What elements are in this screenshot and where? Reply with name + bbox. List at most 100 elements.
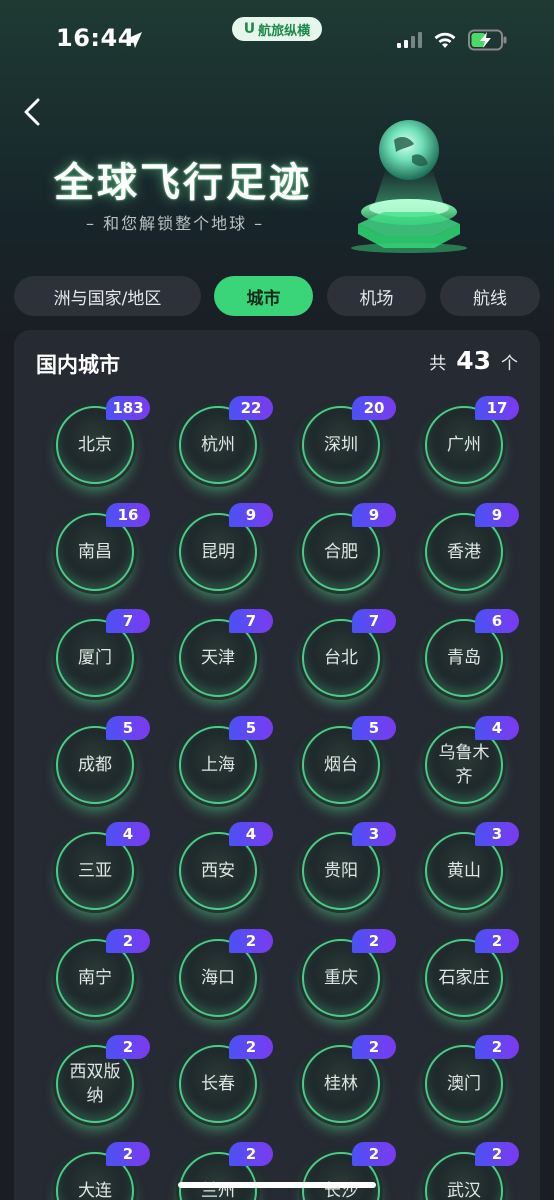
- city-name: 南宁: [78, 967, 112, 988]
- city-item[interactable]: 天津 7: [179, 609, 273, 697]
- city-item[interactable]: 成都 5: [56, 715, 150, 804]
- city-grid: 北京 183 杭州 22 深圳 20 广州 17 南昌 16 昆明 9 合肥 9 香港 9 厦门 7 天津 7 台北 7 青…: [14, 330, 540, 1200]
- city-name: 杭州: [201, 435, 235, 455]
- visit-count-badge: 4: [106, 822, 150, 846]
- city-item[interactable]: 大连 2: [56, 1141, 150, 1200]
- visit-count-badge: 7: [106, 609, 150, 633]
- city-name: 西双版纳: [69, 1062, 121, 1106]
- visit-count-badge: 2: [106, 1141, 150, 1166]
- visit-count-badge: 9: [352, 502, 396, 527]
- city-name: 成都: [78, 754, 112, 775]
- city-item[interactable]: 台北 7: [302, 609, 396, 697]
- city-item[interactable]: 海口 2: [179, 928, 273, 1017]
- visit-count-badge: 5: [106, 715, 150, 740]
- city-name: 海口: [201, 967, 235, 988]
- city-name: 广州: [447, 435, 481, 455]
- city-name: 桂林: [324, 1074, 358, 1094]
- city-name: 合肥: [324, 541, 358, 562]
- city-item[interactable]: 长春 2: [179, 1035, 273, 1123]
- visit-count-badge: 2: [229, 1141, 273, 1166]
- city-name: 厦门: [78, 648, 112, 668]
- tab-cities[interactable]: 城市: [214, 276, 313, 316]
- city-item[interactable]: 南宁 2: [56, 928, 150, 1017]
- city-name: 大连: [78, 1180, 112, 1200]
- city-name: 天津: [201, 648, 235, 668]
- city-name: 黄山: [447, 861, 481, 881]
- city-name: 石家庄: [438, 967, 490, 988]
- city-item[interactable]: 兰州 2: [179, 1141, 273, 1200]
- app-logo-icon: U: [243, 21, 256, 37]
- city-name: 贵阳: [324, 861, 358, 881]
- wifi-icon: [434, 32, 456, 48]
- city-item[interactable]: 青岛 6: [425, 609, 519, 697]
- home-indicator: [178, 1182, 376, 1188]
- visit-count-badge: 7: [229, 609, 273, 633]
- visit-count-badge: 3: [475, 822, 519, 846]
- city-name: 武汉: [447, 1180, 481, 1200]
- city-name: 乌鲁木齐: [438, 742, 490, 787]
- city-item[interactable]: 石家庄 2: [425, 928, 519, 1017]
- visit-count-badge: 22: [229, 396, 273, 420]
- visit-count-badge: 16: [106, 502, 150, 527]
- location-arrow-icon: [126, 32, 142, 48]
- city-item[interactable]: 澳门 2: [425, 1035, 519, 1123]
- city-item[interactable]: 香港 9: [425, 502, 519, 591]
- city-item[interactable]: 杭州 22: [179, 396, 273, 484]
- city-name: 西安: [201, 861, 235, 881]
- back-arrow-icon[interactable]: [18, 96, 48, 128]
- city-name: 南昌: [78, 541, 112, 562]
- city-name: 香港: [447, 541, 481, 562]
- city-item[interactable]: 西安 4: [179, 822, 273, 910]
- city-name: 长春: [201, 1074, 235, 1094]
- city-item[interactable]: 武汉 2: [425, 1141, 519, 1200]
- visit-count-badge: 3: [352, 822, 396, 846]
- tab-airports[interactable]: 机场: [327, 276, 426, 316]
- visit-count-badge: 7: [352, 609, 396, 633]
- visit-count-badge: 2: [229, 1035, 273, 1059]
- city-item[interactable]: 三亚 4: [56, 822, 150, 910]
- visit-count-badge: 17: [475, 396, 519, 420]
- city-item[interactable]: 烟台 5: [302, 715, 396, 804]
- city-item[interactable]: 广州 17: [425, 396, 519, 484]
- tab-routes[interactable]: 航线: [440, 276, 540, 316]
- globe-illustration-icon: [351, 120, 467, 253]
- city-name: 青岛: [447, 648, 481, 668]
- city-name: 重庆: [324, 967, 358, 988]
- domestic-cities-card: 国内城市 共 43 个 北京 183 杭州 22 深圳 20 广州 17 南昌 16 昆明 9 合肥 9 香…: [14, 330, 540, 1200]
- city-name: 上海: [201, 754, 235, 775]
- city-item[interactable]: 重庆 2: [302, 928, 396, 1017]
- city-name: 澳门: [447, 1074, 481, 1094]
- city-item[interactable]: 长沙 2: [302, 1141, 396, 1200]
- city-item[interactable]: 上海 5: [179, 715, 273, 804]
- city-item[interactable]: 桂林 2: [302, 1035, 396, 1123]
- city-item[interactable]: 黄山 3: [425, 822, 519, 910]
- visit-count-badge: 2: [106, 1035, 150, 1059]
- city-item[interactable]: 厦门 7: [56, 609, 150, 697]
- visit-count-badge: 2: [352, 928, 396, 953]
- city-item[interactable]: 北京 183: [56, 396, 150, 484]
- city-name: 烟台: [324, 754, 358, 775]
- visit-count-badge: 2: [475, 928, 519, 953]
- city-item[interactable]: 合肥 9: [302, 502, 396, 591]
- city-item[interactable]: 西双版纳 2: [56, 1035, 150, 1123]
- city-name: 三亚: [78, 861, 112, 881]
- visit-count-badge: 6: [475, 609, 519, 633]
- page-subtitle: – 和您解锁整个地球 –: [86, 214, 265, 233]
- city-item[interactable]: 深圳 20: [302, 396, 396, 484]
- visit-count-badge: 2: [475, 1035, 519, 1059]
- city-item[interactable]: 乌鲁木齐 4: [425, 715, 519, 804]
- city-item[interactable]: 贵阳 3: [302, 822, 396, 910]
- visit-count-badge: 2: [352, 1141, 396, 1166]
- visit-count-badge: 4: [475, 715, 519, 740]
- visit-count-badge: 20: [352, 396, 396, 420]
- app-badge-label: 航旅纵横: [258, 23, 311, 39]
- visit-count-badge: 183: [106, 396, 150, 420]
- visit-count-badge: 2: [106, 928, 150, 953]
- visit-count-badge: 2: [352, 1035, 396, 1059]
- city-item[interactable]: 昆明 9: [179, 502, 273, 591]
- tab-continents-countries[interactable]: 洲与国家/地区: [14, 276, 201, 316]
- visit-count-badge: 5: [229, 715, 273, 740]
- city-name: 昆明: [201, 541, 235, 562]
- city-name: 北京: [78, 435, 112, 455]
- city-item[interactable]: 南昌 16: [56, 502, 150, 591]
